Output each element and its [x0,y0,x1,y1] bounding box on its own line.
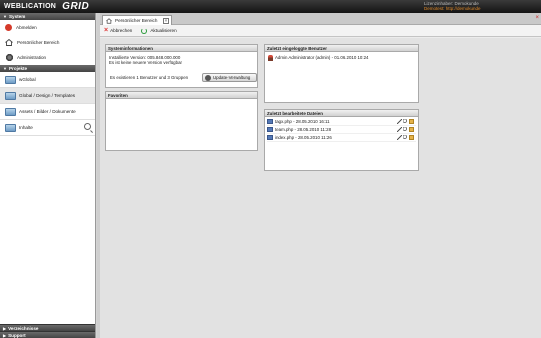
refresh-icon [141,27,148,34]
cancel-button[interactable]: × Abbrechen [104,26,133,34]
sidebar-section-system[interactable]: ▼ System [0,13,95,20]
favorites-panel: Favoriten [105,91,258,151]
license-info: Lizenzinhaber: Demokunde Demotest: http:… [424,1,481,12]
expand-arrow-icon: ▶ [3,326,7,331]
sidebar-item-label: Persönlicher Bereich [17,39,60,45]
file-icon [267,127,273,132]
row-actions [396,119,414,124]
refresh-button[interactable]: Aktualisieren [141,27,177,34]
sidebar-item-persoenlicher-bereich[interactable]: Persönlicher Bereich [0,35,95,50]
sidebar-item-administration[interactable]: Administration [0,50,95,65]
edit-icon[interactable] [397,119,402,124]
list-item[interactable]: tagx.php - 28.05.2010 16:11 [267,118,416,126]
panel-title: Zuletzt bearbeitete Dateien [265,110,418,117]
sidebar-section-projekte[interactable]: ▼ Projekte [0,65,95,72]
sidebar-item-label: wGlobal [19,77,36,82]
recent-files-list: tagx.php - 28.05.2010 16:11 team.php - 2… [265,117,418,143]
panel-title: Zuletzt eingeloggte Benutzer [265,45,418,52]
sidebar-item-label: Assets / Bilder / Dokumente [19,109,76,114]
sidebar-section-verzeichnisse[interactable]: ▶ Verzeichnisse [0,324,95,331]
license-demo: Demotest: http://demokunde [424,6,481,12]
sidebar-item-assets[interactable]: Assets / Bilder / Dokumente [0,104,95,120]
tab-persoenlicher-bereich[interactable]: Persönlicher Bereich × [102,15,172,25]
update-icon [205,74,211,81]
sysinfo-panel: Systeminformationen Installierte Version… [105,44,258,88]
edit-icon[interactable] [397,127,402,132]
cancel-icon: × [104,26,109,34]
expand-arrow-icon: ▶ [3,333,7,338]
home-icon [106,17,112,24]
user-icon [268,55,273,61]
sidebar: ▼ System Abmelden Persönlicher Bereich Ad… [0,13,96,338]
refresh-label: Aktualisieren [150,28,177,33]
collapse-arrow-icon: ▼ [3,14,7,19]
project-icon [5,107,16,116]
sidebar-section-support[interactable]: ▶ Support [0,331,95,338]
panel-title: Favoriten [106,92,257,99]
update-button-label: Update-Verwaltung [213,75,251,80]
users-groups-text: Es existieren 1 Benutzer und 3 Gruppen [110,75,189,80]
update-management-button[interactable]: Update-Verwaltung [202,73,257,82]
preview-icon[interactable] [403,119,408,124]
app-logo: WEBLICATION GRID [4,1,89,12]
logout-icon [5,23,12,31]
sidebar-item-wglobal[interactable]: wGlobal [0,72,95,88]
preview-icon[interactable] [403,135,408,140]
tab-close-icon[interactable]: × [163,18,169,24]
list-item[interactable]: Admin Administrator (admin) - 01.06.2010… [268,55,415,61]
recent-files-panel: Zuletzt bearbeitete Dateien tagx.php - 2… [264,109,419,171]
recent-users-list: Admin Administrator (admin) - 01.06.2010… [265,52,418,64]
folder-icon[interactable] [409,119,414,124]
recent-users-panel: Zuletzt eingeloggte Benutzer Admin Admin… [264,44,419,103]
update-status-text: Es ist keine neuere Version verfügbar [109,60,182,66]
folder-icon[interactable] [409,127,414,132]
logo-grid: GRID [62,1,90,12]
file-icon [267,119,273,124]
row-actions [396,135,414,140]
project-icon [5,75,16,84]
file-icon [267,135,273,140]
preview-icon[interactable] [403,127,408,132]
sidebar-item-abmelden[interactable]: Abmelden [0,20,95,35]
sidebar-bottom: ▶ Verzeichnisse ▶ Support [0,324,95,338]
main-area: Persönlicher Bereich × × × Abbrechen Akt… [100,13,541,338]
tab-label: Persönlicher Bereich [115,18,158,23]
sidebar-item-inhalte[interactable]: Inhalte [0,120,95,136]
folder-icon[interactable] [409,135,414,140]
row-actions [396,127,414,132]
edit-icon[interactable] [397,135,402,140]
sidebar-item-label: Administration [17,54,47,60]
project-icon [5,123,16,132]
home-icon [5,38,13,46]
search-icon[interactable] [84,123,91,130]
cancel-label: Abbrechen [110,28,133,33]
close-icon[interactable]: × [535,15,539,21]
collapse-arrow-icon: ▼ [3,66,7,71]
project-icon [5,91,16,100]
tab-bar: Persönlicher Bereich × × [100,13,541,25]
content-area: Systeminformationen Installierte Version… [100,38,541,338]
sysinfo-body: Installierte Version: 005.848.000.000 Es… [106,52,257,69]
gear-icon [5,52,14,62]
top-bar: WEBLICATION GRID Lizenzinhaber: Demokund… [0,0,541,13]
list-item[interactable]: team.php - 28.05.2010 11:28 [267,126,416,134]
toolbar: × Abbrechen Aktualisieren [100,25,541,37]
list-item[interactable]: index.php - 28.05.2010 11:26 [267,134,416,142]
panel-title: Systeminformationen [106,45,257,52]
logo-weblication: WEBLICATION [4,3,57,10]
sidebar-item-label: Inhalte [19,125,33,130]
sidebar-item-global-design-templates[interactable]: Global / Design / Templates [0,88,95,104]
sidebar-item-label: Global / Design / Templates [19,93,76,98]
sidebar-item-label: Abmelden [16,24,37,30]
